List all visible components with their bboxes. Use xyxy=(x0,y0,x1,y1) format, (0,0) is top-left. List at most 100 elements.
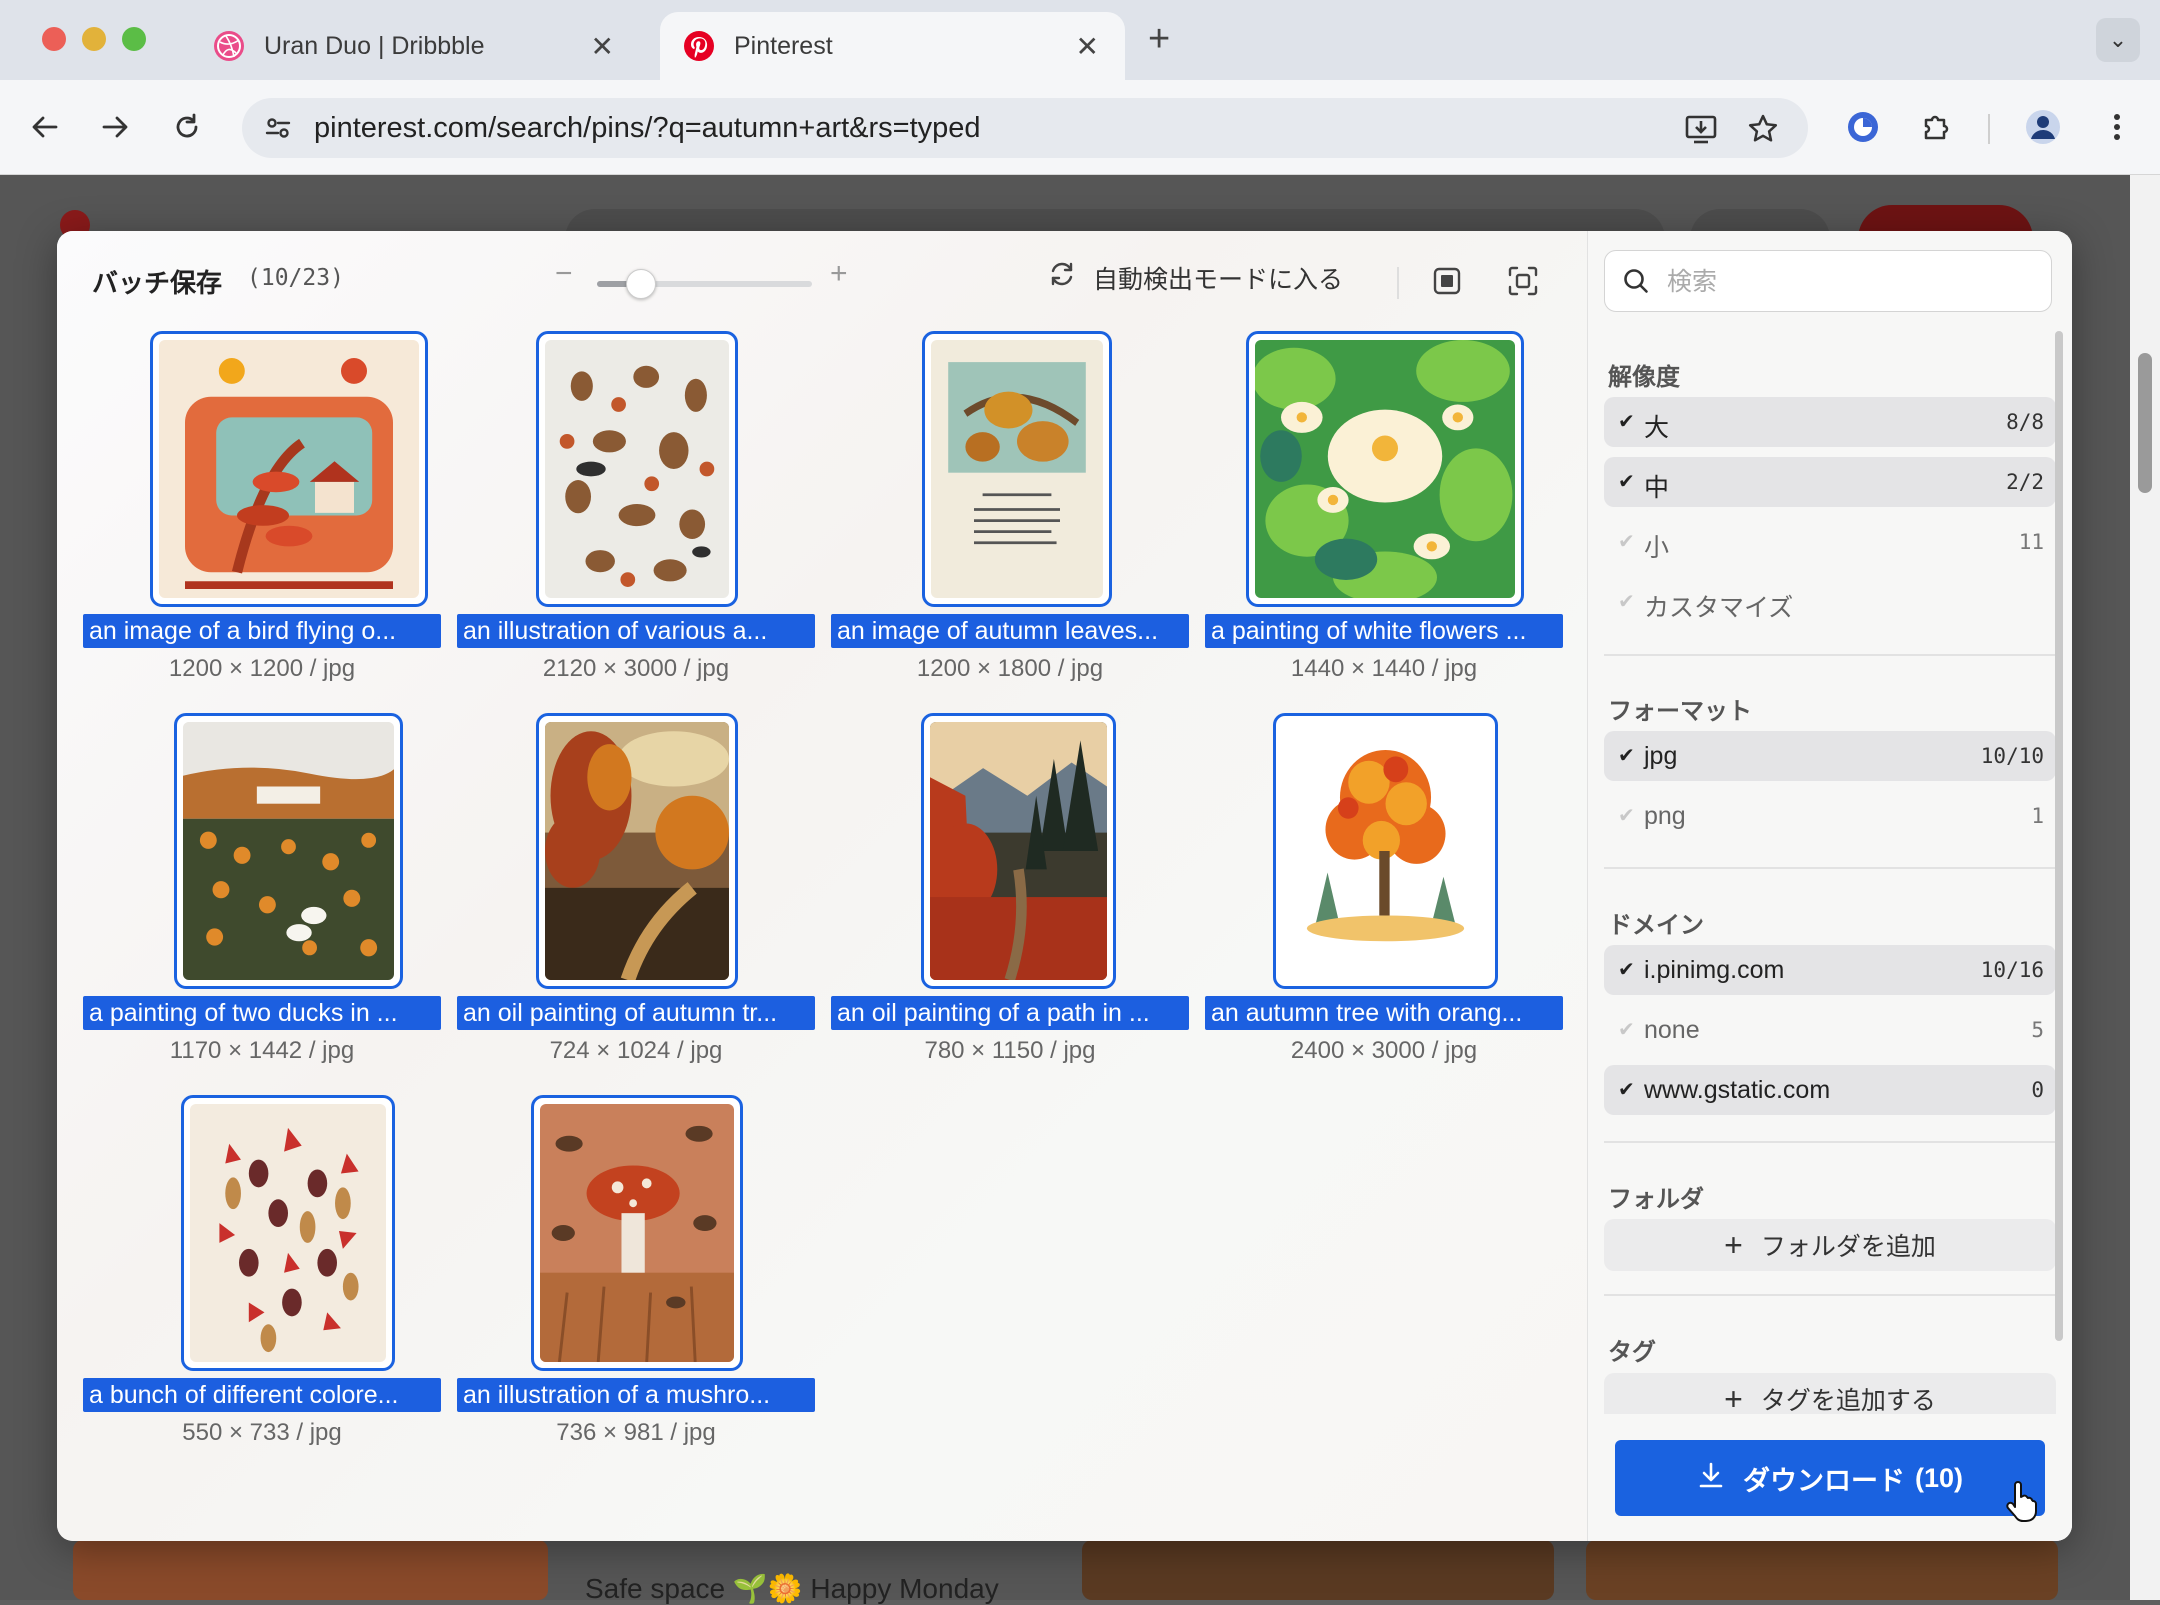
dialog-title: バッチ保存 xyxy=(92,268,223,298)
image-thumbnail[interactable] xyxy=(174,713,403,989)
image-caption[interactable]: a painting of two ducks in ... xyxy=(83,996,441,1030)
close-tab-icon[interactable]: ✕ xyxy=(591,30,614,63)
site-settings-icon[interactable] xyxy=(260,110,296,146)
image-thumbnail[interactable] xyxy=(181,1095,395,1371)
tab-pinterest[interactable]: Pinterest ✕ xyxy=(660,12,1125,80)
filter-domain-gstatic[interactable]: ✔ www.gstatic.com 0 xyxy=(1604,1065,2056,1115)
filter-sidebar: 解像度 ✔ 大 8/8 ✔ 中 2/2 ✔ 小 11 ✔ カスタマイズ フォーマ… xyxy=(1587,231,2072,1541)
image-caption[interactable]: an autumn tree with orang... xyxy=(1205,996,1563,1030)
maximize-window-button[interactable] xyxy=(122,27,146,51)
filter-count: 8/8 xyxy=(2006,410,2044,434)
image-caption[interactable]: a bunch of different colore... xyxy=(83,1378,441,1412)
image-thumbnail[interactable] xyxy=(921,713,1116,989)
image-caption[interactable]: an oil painting of autumn tr... xyxy=(457,996,815,1030)
screenshot-frame-icon xyxy=(1508,266,1538,296)
image-caption[interactable]: an illustration of various a... xyxy=(457,614,815,648)
new-tab-button[interactable]: + xyxy=(1148,18,1170,61)
select-region-button[interactable] xyxy=(1427,261,1467,301)
check-icon: ✔ xyxy=(1618,591,1635,613)
check-icon: ✔ xyxy=(1618,745,1635,767)
check-icon: ✔ xyxy=(1618,805,1635,827)
image-thumbnail[interactable] xyxy=(536,331,738,607)
download-count: (10) xyxy=(1914,1462,1963,1493)
extensions-puzzle-icon[interactable] xyxy=(1912,102,1962,152)
back-button[interactable] xyxy=(20,102,70,152)
background-pin-card xyxy=(73,1540,548,1600)
reload-icon xyxy=(176,113,198,138)
filter-resolution-large[interactable]: ✔ 大 8/8 xyxy=(1604,397,2056,447)
filter-resolution-medium[interactable]: ✔ 中 2/2 xyxy=(1604,457,2056,507)
sidebar-scrollbar[interactable] xyxy=(2055,331,2063,1341)
browser-menu-icon[interactable] xyxy=(2092,102,2142,152)
filter-label: i.pinimg.com xyxy=(1644,956,1785,984)
image-caption[interactable]: an image of autumn leaves... xyxy=(831,614,1189,648)
filter-count: 5 xyxy=(2031,1018,2044,1042)
add-folder-button[interactable]: + フォルダを追加 xyxy=(1604,1219,2056,1271)
domain-section-title: ドメイン xyxy=(1608,912,1704,939)
download-button[interactable]: ダウンロード (10) xyxy=(1615,1440,2045,1516)
image-thumbnail[interactable] xyxy=(150,331,428,607)
filter-label: カスタマイズ xyxy=(1644,594,1794,622)
check-icon: ✔ xyxy=(1618,959,1635,981)
arrow-left-icon xyxy=(32,116,58,138)
image-caption[interactable]: a painting of white flowers ... xyxy=(1205,614,1563,648)
close-tab-icon[interactable]: ✕ xyxy=(1076,30,1099,63)
install-app-icon[interactable] xyxy=(1680,108,1722,150)
tab-search-button[interactable]: ⌄ xyxy=(2096,18,2140,62)
image-caption[interactable]: an image of a bird flying o... xyxy=(83,614,441,648)
filter-resolution-small[interactable]: ✔ 小 11 xyxy=(1604,517,2056,567)
search-box[interactable] xyxy=(1604,250,2052,312)
address-bar[interactable]: pinterest.com/search/pins/?q=autumn+art&… xyxy=(242,98,1808,158)
image-caption[interactable]: an oil painting of a path in ... xyxy=(831,996,1189,1030)
check-icon: ✔ xyxy=(1618,531,1635,553)
image-dimensions: 2400 × 3000 / jpg xyxy=(1290,1037,1478,1064)
url-text[interactable]: pinterest.com/search/pins/?q=autumn+art&… xyxy=(314,112,981,145)
profile-avatar[interactable] xyxy=(2018,102,2068,152)
filter-label: 中 xyxy=(1644,474,1670,502)
auto-detect-button[interactable]: 自動検出モードに入る xyxy=(1047,259,1343,297)
image-caption[interactable]: an illustration of a mushro... xyxy=(457,1378,815,1412)
section-divider xyxy=(1604,867,2056,869)
zoom-in-button[interactable]: + xyxy=(830,257,848,291)
image-thumbnail[interactable] xyxy=(1273,713,1498,989)
image-thumbnail[interactable] xyxy=(531,1095,743,1371)
minimize-window-button[interactable] xyxy=(82,27,106,51)
bookmark-star-icon[interactable] xyxy=(1742,108,1784,150)
filter-resolution-custom[interactable]: ✔ カスタマイズ xyxy=(1604,577,2056,627)
browser-toolbar: pinterest.com/search/pins/?q=autumn+art&… xyxy=(0,80,2160,175)
stop-square-icon xyxy=(1433,267,1461,295)
image-thumbnail[interactable] xyxy=(1246,331,1524,607)
resolution-section-title: 解像度 xyxy=(1608,364,1680,391)
reload-button[interactable] xyxy=(162,102,212,152)
page-scrollbar-thumb[interactable] xyxy=(2138,353,2152,493)
close-window-button[interactable] xyxy=(42,27,66,51)
tab-label: Uran Duo | Dribbble xyxy=(264,31,485,60)
forward-button[interactable] xyxy=(90,102,140,152)
filter-domain-pinimg[interactable]: ✔ i.pinimg.com 10/16 xyxy=(1604,945,2056,995)
filter-domain-none[interactable]: ✔ none 5 xyxy=(1604,1005,2056,1055)
check-icon: ✔ xyxy=(1618,471,1635,493)
image-dimensions: 1200 × 1200 / jpg xyxy=(168,655,356,682)
background-pin-card xyxy=(1586,1540,2058,1600)
image-thumbnail[interactable] xyxy=(536,713,738,989)
filter-format-jpg[interactable]: ✔ jpg 10/10 xyxy=(1604,731,2056,781)
page-scrollbar[interactable] xyxy=(2130,175,2160,1600)
zoom-slider-handle[interactable] xyxy=(626,269,656,299)
zoom-out-button[interactable]: − xyxy=(555,257,573,291)
capture-area-button[interactable] xyxy=(1503,261,1543,301)
section-divider xyxy=(1604,1141,2056,1143)
extension-google-icon[interactable] xyxy=(1838,102,1888,152)
search-input[interactable] xyxy=(1665,261,2039,303)
filter-label: 大 xyxy=(1644,414,1670,442)
plus-icon: + xyxy=(1724,1226,1743,1263)
auto-detect-label: 自動検出モードに入る xyxy=(1093,266,1344,294)
image-thumbnail[interactable] xyxy=(922,331,1112,607)
filter-count: 2/2 xyxy=(2006,470,2044,494)
filter-format-png[interactable]: ✔ png 1 xyxy=(1604,791,2056,841)
filter-count: 10/16 xyxy=(1980,958,2044,982)
image-dimensions: 1200 × 1800 / jpg xyxy=(916,655,1104,682)
tab-dribbble[interactable]: Uran Duo | Dribbble ✕ xyxy=(190,12,640,80)
filter-label: jpg xyxy=(1644,742,1678,770)
section-divider xyxy=(1604,1294,2056,1296)
image-grid-panel: バッチ保存 (10/23) − + 自動検出モードに入る an image of… xyxy=(57,231,1587,1541)
